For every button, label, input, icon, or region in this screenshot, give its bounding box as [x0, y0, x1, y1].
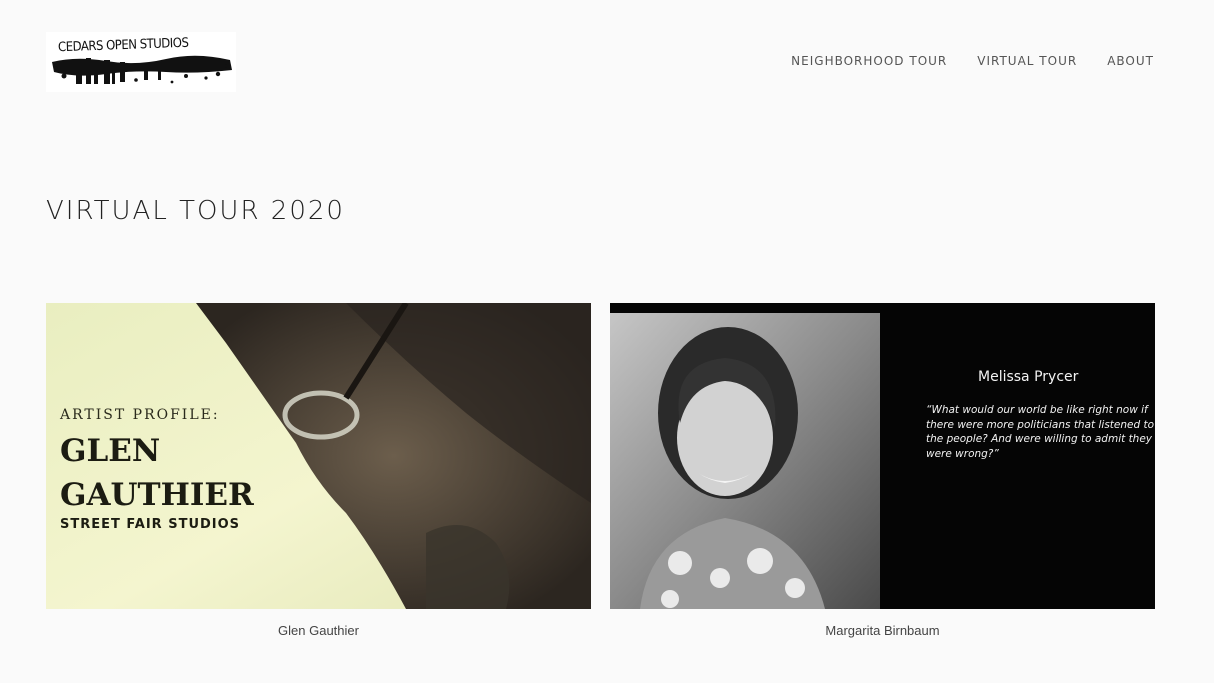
- thumb-name-line-1: GLEN: [60, 433, 161, 469]
- gallery-item-margarita-birnbaum[interactable]: Melissa Prycer “What would our world be …: [610, 303, 1155, 638]
- gallery-item-glen-gauthier[interactable]: ARTIST PROFILE: GLEN GAUTHIER STREET FAI…: [46, 303, 591, 638]
- video-gallery: ARTIST PROFILE: GLEN GAUTHIER STREET FAI…: [46, 303, 1155, 638]
- main-nav: NEIGHBORHOOD TOUR VIRTUAL TOUR ABOUT: [791, 54, 1154, 68]
- site-header: CEDARS OPEN STUDIOS NEIGHBORHOOD TOUR VI…: [46, 32, 1154, 92]
- quote-line: the people? And were willing to admit th…: [926, 433, 1153, 445]
- page-title: VIRTUAL TOUR 2020: [46, 196, 345, 226]
- site-logo[interactable]: CEDARS OPEN STUDIOS: [46, 32, 236, 92]
- gallery-caption[interactable]: Margarita Birnbaum: [610, 623, 1155, 638]
- thumb-subtitle: STREET FAIR STUDIOS: [60, 517, 241, 532]
- thumb-featured-name: Melissa Prycer: [978, 369, 1079, 385]
- nav-virtual-tour[interactable]: VIRTUAL TOUR: [977, 54, 1077, 68]
- video-thumbnail[interactable]: ARTIST PROFILE: GLEN GAUTHIER STREET FAI…: [46, 303, 591, 609]
- thumb-artist-name: GLEN GAUTHIER: [60, 429, 320, 517]
- quote-line: there were more politicians that listene…: [926, 418, 1155, 431]
- gallery-caption[interactable]: Glen Gauthier: [46, 623, 591, 638]
- thumb-quote: “What would our world be like right now …: [926, 403, 1155, 461]
- nav-neighborhood-tour[interactable]: NEIGHBORHOOD TOUR: [791, 54, 947, 68]
- quote-line: were wrong?”: [926, 447, 999, 460]
- thumb-name-line-2: GAUTHIER: [60, 477, 254, 513]
- thumb-overline: ARTIST PROFILE:: [60, 407, 220, 423]
- video-thumbnail[interactable]: Melissa Prycer “What would our world be …: [610, 303, 1155, 609]
- quote-line: “What would our world be like right now …: [926, 404, 1148, 416]
- nav-about[interactable]: ABOUT: [1107, 54, 1154, 68]
